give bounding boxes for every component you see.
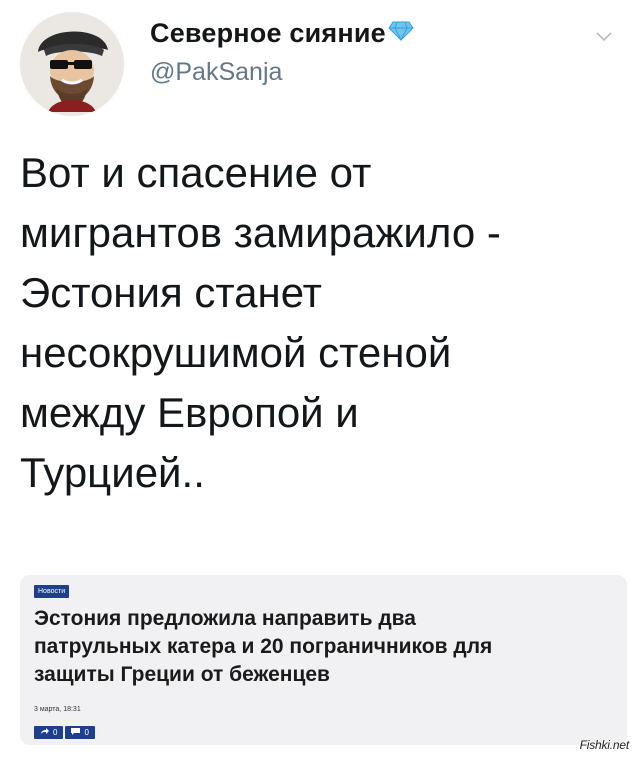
tweet-text-line: Вот и спасение от: [20, 149, 372, 196]
comment-count: 0: [84, 728, 89, 737]
share-icon: [40, 728, 49, 737]
news-headline-line: Эстония предложила направить два: [34, 607, 416, 630]
news-category-tag[interactable]: Новости: [34, 585, 70, 598]
tweet-text-line: между Европой и: [20, 389, 359, 436]
tweet-text-line: мигрантов замиражило -: [20, 209, 501, 256]
diamond-icon: [388, 17, 414, 48]
comment-button[interactable]: 0: [65, 726, 95, 739]
share-count: 0: [53, 728, 58, 737]
avatar[interactable]: [20, 12, 124, 116]
tweet-text: Вот и спасение от мигрантов замиражило -…: [20, 143, 620, 503]
news-headline[interactable]: Эстония предложила направить два патруль…: [34, 605, 624, 689]
chevron-down-icon[interactable]: [596, 30, 612, 42]
watermark: Fishki.net: [579, 738, 630, 752]
bearded-man-avatar-icon: [20, 12, 124, 116]
display-name[interactable]: Северное сияние: [150, 18, 414, 50]
tweet-text-line: Турцией..: [20, 449, 205, 496]
news-headline-line: защиты Греции от беженцев: [34, 663, 330, 686]
user-handle[interactable]: @PakSanja: [150, 58, 282, 87]
share-button[interactable]: 0: [34, 726, 64, 739]
tweet-text-line: Эстония станет: [20, 269, 322, 316]
news-date: 3 марта, 18:31: [34, 706, 81, 713]
tweet-text-line: несокрушимой стеной: [20, 329, 452, 376]
comment-icon: [71, 728, 81, 737]
display-name-text[interactable]: Северное сияние: [150, 18, 386, 48]
news-headline-line: патрульных катера и 20 пограничников для: [34, 635, 493, 658]
news-card[interactable]: Новости Эстония предложила направить два…: [20, 575, 627, 745]
news-actions: 0 0: [34, 726, 95, 739]
